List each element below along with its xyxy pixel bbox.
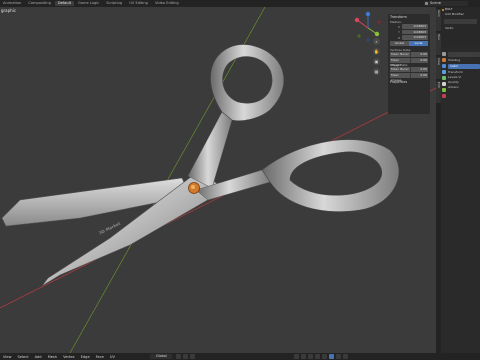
menu-face[interactable]: Face <box>93 355 107 359</box>
edge-mean-crease-label: Mean Crease <box>390 72 410 82</box>
viewport-view-label: graphic <box>1 8 17 13</box>
orientation-label: Global <box>156 354 167 358</box>
tab-game-logic[interactable]: Game Logic <box>75 1 102 6</box>
tab-scripting[interactable]: Scripting <box>103 1 125 6</box>
properties-editor: Shading Catm Transform Levels Vi Quality… <box>448 51 480 171</box>
tab-default[interactable]: Default <box>54 1 74 6</box>
sidebar-transform-panel: Transform Median: X 0.03603 Y 0.03603 Z … <box>388 14 430 114</box>
viewport-scene <box>0 7 436 353</box>
space-toggle: Global Local <box>390 41 428 46</box>
median-z-field[interactable]: 0.03603 <box>402 35 428 40</box>
vertex-mean-bevel-row[interactable]: Mean Bevel 0.00 <box>390 52 428 57</box>
menu-uv[interactable]: UV <box>107 355 118 359</box>
edge-mean-crease-row[interactable]: Mean Crease 0.00 <box>390 72 428 82</box>
zoom-icon[interactable]: ⌕ <box>373 38 380 45</box>
pivot-snap-icons <box>176 354 197 359</box>
pivot-point-icon[interactable] <box>176 354 181 359</box>
scene-label: Scene <box>430 1 441 5</box>
median-x-row: X 0.03603 <box>390 24 428 29</box>
particles-tab-icon[interactable] <box>441 70 446 74</box>
camera-icon[interactable]: ▣ <box>373 58 380 65</box>
gizmo-z-icon <box>365 11 371 17</box>
menu-edge[interactable]: Edge <box>78 355 93 359</box>
median-y-field[interactable]: 0.03603 <box>402 29 428 35</box>
tab-uv-editing[interactable]: UV Editing <box>126 1 151 6</box>
selectability-icon[interactable] <box>294 354 299 359</box>
xray-icon[interactable] <box>315 354 320 359</box>
vertex-mean-weight-label: Mean Weight <box>390 57 410 67</box>
tab-compositing[interactable]: Compositing <box>25 1 54 6</box>
properties-tabs <box>441 51 446 131</box>
grid-view-icon[interactable]: ▦ <box>373 68 380 75</box>
3d-viewport[interactable]: graphic 3D Market ⌕ ✋ ▣ ▦ Transform Medi… <box>0 7 436 353</box>
gizmo-x-icon <box>354 17 360 23</box>
local-toggle-button[interactable]: Local <box>409 41 428 46</box>
catmull-clark-button[interactable]: Catm <box>448 64 480 69</box>
median-x-field[interactable]: 0.03603 <box>402 24 428 29</box>
proportional-edit-icon[interactable] <box>190 354 195 359</box>
workspace-topbar: Animation Compositing Default Game Logic… <box>0 0 480 7</box>
transform-orientation-dropdown[interactable]: Global <box>150 354 172 359</box>
scissor-shank-upper <box>187 111 233 189</box>
axis-label-z: Z <box>397 35 400 40</box>
navigation-tools: ⌕ ✋ ▣ ▦ <box>373 38 383 78</box>
tool-tab-icon[interactable] <box>441 52 446 56</box>
data-tab-icon[interactable] <box>441 88 446 92</box>
edge-mean-bevel-value[interactable]: 0.00 <box>410 67 428 72</box>
material-shading-icon[interactable] <box>336 354 341 359</box>
overlays-icon[interactable] <box>308 354 313 359</box>
scene-selector[interactable]: Scene <box>424 1 468 6</box>
object-icon <box>442 8 444 11</box>
scissor-handle-top <box>210 44 285 121</box>
outliner: BOLT Add Modifier Vertic <box>441 7 480 47</box>
tab-animation[interactable]: Animation <box>0 1 24 6</box>
axis-label-y: Y <box>398 30 400 34</box>
median-z-row: Z 0.03603 <box>390 35 428 40</box>
axis-label-x: X <box>397 24 400 29</box>
menu-select[interactable]: Select <box>15 355 32 359</box>
physics-tab-icon[interactable] <box>441 76 446 80</box>
menu-view[interactable]: View <box>0 355 15 359</box>
solid-shading-icon[interactable] <box>329 354 334 359</box>
wireframe-shading-icon[interactable] <box>322 354 327 359</box>
pivot-highlight <box>191 185 195 189</box>
workspace-tabs: Animation Compositing Default Game Logic… <box>0 0 183 7</box>
add-modifier-button[interactable]: Add Modifier <box>441 12 480 17</box>
gizmo-y-icon <box>374 31 380 37</box>
scissor-handle-lower <box>261 139 400 212</box>
vertex-mean-bevel-label: Mean Bevel <box>390 52 410 57</box>
vertex-mean-weight-value[interactable]: 0.00 <box>410 57 428 63</box>
pan-hand-icon[interactable]: ✋ <box>373 48 380 55</box>
menu-add[interactable]: Add <box>32 355 45 359</box>
object-tab-icon[interactable] <box>441 58 446 62</box>
constraints-tab-icon[interactable] <box>441 82 446 86</box>
properties-line-advanced[interactable]: Advanc <box>448 85 480 90</box>
properties-line-shading: Shading <box>448 58 461 62</box>
edge-mean-crease-value[interactable]: 0.00 <box>410 72 428 78</box>
median-y-row: Y 0.03603 <box>390 29 428 35</box>
modifier-tab-icon[interactable] <box>441 64 446 68</box>
viewport-header-bar: View Select Add Mesh Vertex Edge Face UV <box>0 353 480 360</box>
properties-header[interactable]: Properties <box>390 80 428 85</box>
subdivision-type-field[interactable] <box>448 52 480 57</box>
right-editors: BOLT Add Modifier Vertic Shading Catm Tr… <box>441 7 480 353</box>
modifier-field[interactable] <box>444 19 477 24</box>
snap-icon[interactable] <box>183 354 188 359</box>
overlay-shading-icons <box>294 354 350 359</box>
edge-mean-bevel-row[interactable]: Mean Bevel 0.00 <box>390 67 428 72</box>
global-toggle-button[interactable]: Global <box>390 41 409 46</box>
tab-video-editing[interactable]: Video Editing <box>152 1 182 6</box>
gizmo-toggle-icon[interactable] <box>301 354 306 359</box>
vertex-mean-weight-row[interactable]: Mean Weight 0.00 <box>390 57 428 67</box>
menu-vertex[interactable]: Vertex <box>60 355 78 359</box>
scene-icon <box>425 2 428 5</box>
outliner-row-vertic[interactable]: Vertic <box>441 26 480 31</box>
vertex-mean-bevel-value[interactable]: 0.00 <box>410 52 428 57</box>
rendered-shading-icon[interactable] <box>343 354 348 359</box>
material-tab-icon[interactable] <box>441 94 446 98</box>
edge-mean-bevel-label: Mean Bevel <box>390 67 410 72</box>
menu-mesh[interactable]: Mesh <box>45 355 60 359</box>
